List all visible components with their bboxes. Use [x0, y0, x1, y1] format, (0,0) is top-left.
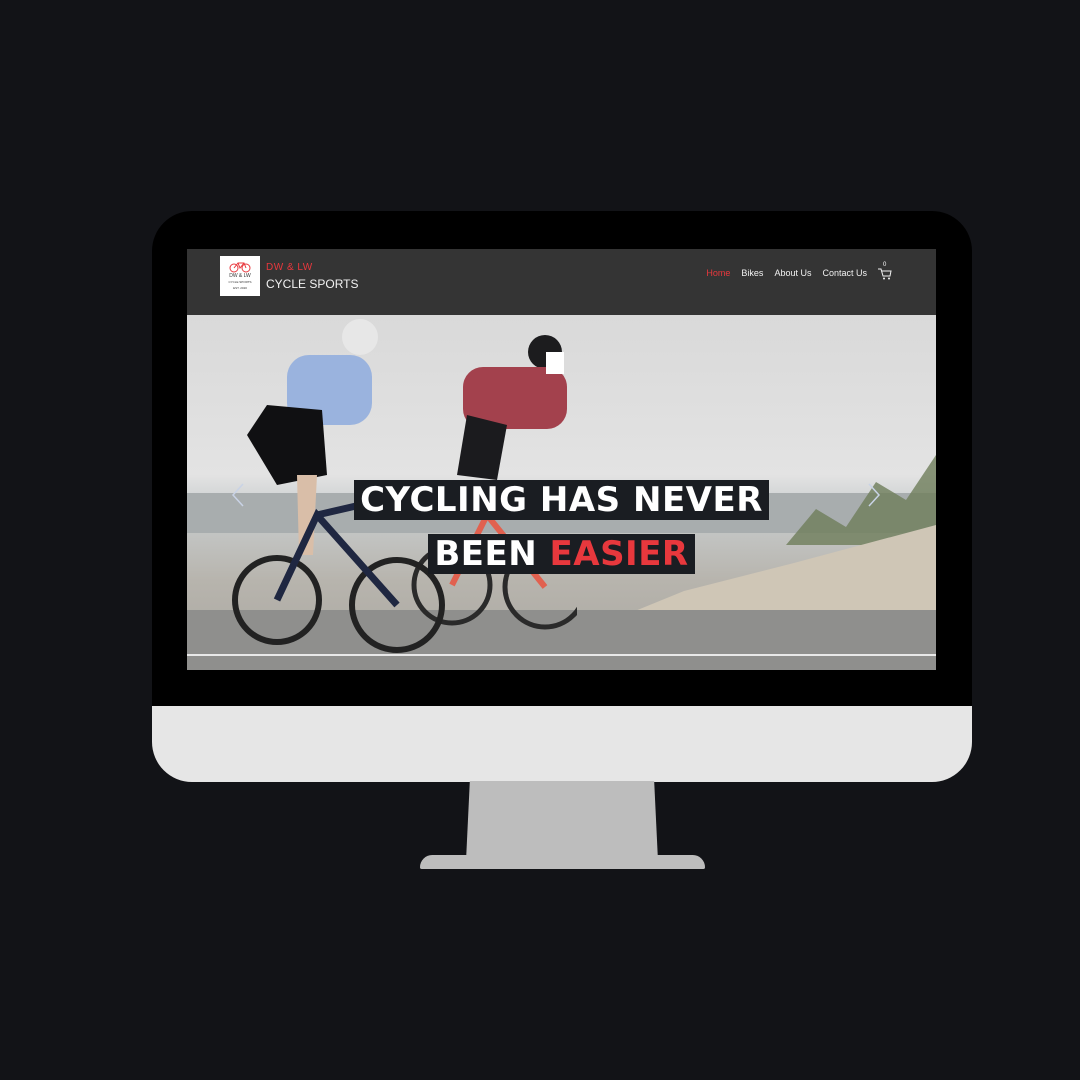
website-screen: DW & LW CYCLE SPORTS EST. 2020 DW & LW C…: [187, 249, 936, 670]
monitor-frame: DW & LW CYCLE SPORTS EST. 2020 DW & LW C…: [152, 211, 972, 782]
nav-item-contact-us[interactable]: Contact Us: [822, 268, 867, 278]
nav-item-about-us[interactable]: About Us: [774, 268, 811, 278]
cart-icon: [878, 268, 892, 280]
main-nav: Home Bikes About Us Contact Us 0: [706, 262, 892, 280]
jersey-badge: [546, 352, 564, 374]
nav-item-bikes[interactable]: Bikes: [741, 268, 763, 278]
nav-item-home[interactable]: Home: [706, 268, 730, 278]
hero-headline: CYCLING HAS NEVER BEEN EASIER: [187, 480, 936, 574]
brand-name-top: DW & LW: [266, 262, 313, 273]
cart-count: 0: [883, 262, 887, 268]
chevron-right-icon: [868, 483, 881, 507]
monitor-stand-neck: [466, 781, 658, 861]
headline-accent: EASIER: [549, 534, 689, 574]
bicycle-logo-icon: [229, 262, 251, 273]
logo-text-3: EST. 2020: [233, 286, 247, 290]
hero-banner: CYCLING HAS NEVER BEEN EASIER: [187, 315, 936, 670]
brand-name-bottom: CYCLE SPORTS: [266, 277, 359, 291]
monitor-stand-foot: [420, 855, 705, 869]
slider-next-button[interactable]: [867, 483, 881, 507]
monitor-chin: [152, 706, 972, 782]
brand-name[interactable]: DW & LW CYCLE SPORTS: [266, 262, 358, 291]
site-header: DW & LW CYCLE SPORTS EST. 2020 DW & LW C…: [187, 249, 936, 315]
cart-button[interactable]: 0: [878, 262, 892, 280]
headline-line-1: CYCLING HAS NEVER: [354, 480, 769, 520]
slider-prev-button[interactable]: [231, 483, 245, 507]
headline-line-2-prefix: BEEN: [434, 534, 550, 574]
chevron-left-icon: [231, 483, 244, 507]
site-logo[interactable]: DW & LW CYCLE SPORTS EST. 2020: [220, 256, 260, 296]
headline-line-2: BEEN EASIER: [428, 534, 695, 574]
